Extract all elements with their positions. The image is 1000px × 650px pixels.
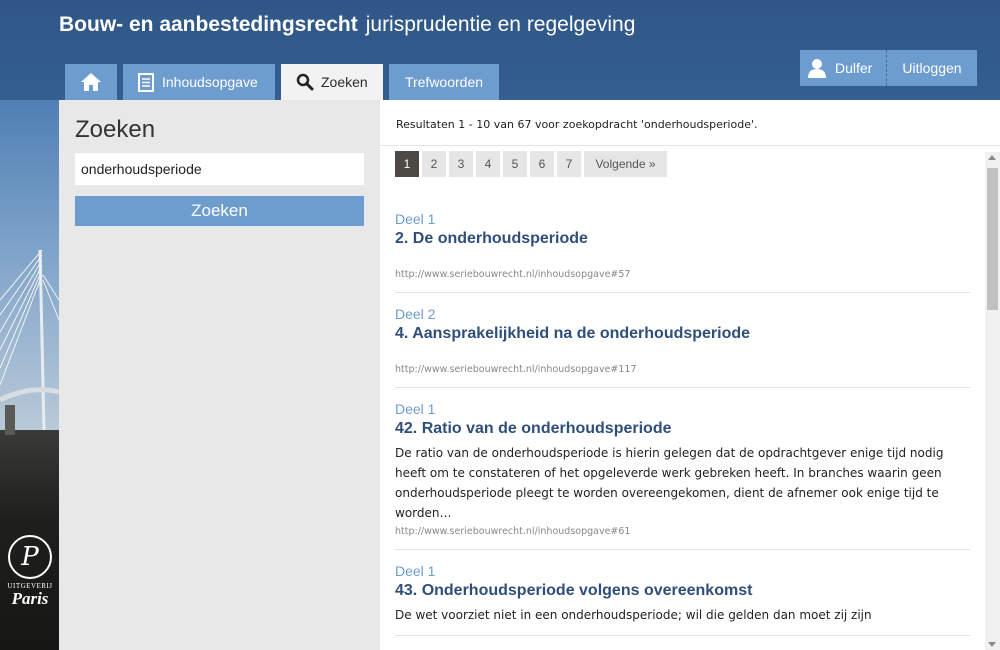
user-account-button[interactable]: Dulfer: [800, 50, 887, 86]
bridge-illustration: [0, 249, 59, 435]
result-item: Deel 2 4. Aansprakelijkheid na de onderh…: [395, 305, 970, 388]
page-7[interactable]: 7: [557, 151, 581, 177]
document-icon: [138, 72, 154, 92]
tab-home[interactable]: [65, 64, 117, 100]
result-snippet: De ratio van de onderhoudsperiode is hie…: [395, 446, 944, 520]
pagination: 1 2 3 4 5 6 7 Volgende »: [395, 151, 670, 177]
user-name: Dulfer: [835, 60, 873, 76]
scroll-thumb[interactable]: [987, 168, 998, 310]
result-part-link[interactable]: Deel 2: [395, 305, 970, 323]
tab-inhoudsopgave[interactable]: Inhoudsopgave: [123, 64, 275, 100]
tab-trefwoorden-label: Trefwoorden: [404, 74, 484, 90]
page-5[interactable]: 5: [503, 151, 527, 177]
logo-name: Paris: [11, 589, 49, 608]
result-item: Deel 1 43. Onderhoudsperiode volgens ove…: [395, 562, 970, 636]
result-url[interactable]: http://www.seriebouwrecht.nl/inhoudsopga…: [395, 363, 970, 377]
page-1[interactable]: 1: [395, 151, 419, 177]
result-title-link[interactable]: 42. Ratio van de onderhoudsperiode: [395, 418, 970, 440]
main-nav-tabs: Inhoudsopgave Zoeken Trefwoorden: [65, 64, 505, 100]
divider: [380, 145, 1000, 146]
scroll-down-arrow-icon[interactable]: [988, 642, 996, 647]
page-6[interactable]: 6: [530, 151, 554, 177]
tab-zoeken-label: Zoeken: [321, 74, 368, 90]
search-button[interactable]: Zoeken: [75, 196, 364, 226]
result-part-link[interactable]: Deel 1: [395, 400, 970, 418]
result-title-link[interactable]: 2. De onderhoudsperiode: [395, 228, 970, 250]
results-scrollbar[interactable]: [985, 152, 1000, 650]
search-icon: [296, 73, 314, 91]
tab-zoeken[interactable]: Zoeken: [281, 64, 383, 100]
home-icon: [80, 72, 102, 92]
user-icon: [808, 58, 826, 78]
result-part-link[interactable]: Deel 1: [395, 562, 970, 580]
result-count: Resultaten 1 - 10 van 67 voor zoekopdrac…: [396, 118, 758, 131]
search-sidebar: Zoeken Zoeken: [59, 100, 380, 650]
results-list: Deel 1 2. De onderhoudsperiode http://ww…: [395, 210, 970, 648]
page-4[interactable]: 4: [476, 151, 500, 177]
tab-trefwoorden[interactable]: Trefwoorden: [389, 64, 499, 100]
result-url[interactable]: http://www.seriebouwrecht.nl/inhoudsopga…: [395, 525, 970, 539]
results-panel: Resultaten 1 - 10 van 67 voor zoekopdrac…: [380, 100, 1000, 650]
logout-button[interactable]: Uitloggen: [887, 50, 977, 86]
user-menu: Dulfer Uitloggen: [800, 50, 977, 86]
scroll-up-arrow-icon[interactable]: [988, 155, 996, 160]
logo-emblem-icon: P: [8, 535, 52, 579]
site-title: Bouw- en aanbestedingsrecht jurisprudenti…: [59, 12, 635, 37]
result-item: Deel 1 42. Ratio van de onderhoudsperiod…: [395, 400, 970, 550]
sidebar-heading: Zoeken: [75, 116, 156, 143]
search-input[interactable]: [75, 153, 364, 185]
tab-inhoudsopgave-label: Inhoudsopgave: [162, 74, 258, 90]
page-2[interactable]: 2: [422, 151, 446, 177]
result-part-link[interactable]: Deel 1: [395, 210, 970, 228]
publisher-logo: P UITGEVERIJ Paris: [4, 535, 56, 609]
result-item: Deel 1 2. De onderhoudsperiode http://ww…: [395, 210, 970, 293]
page-3[interactable]: 3: [449, 151, 473, 177]
site-title-bold: Bouw- en aanbestedingsrecht: [59, 13, 358, 36]
result-url[interactable]: http://www.seriebouwrecht.nl/inhoudsopga…: [395, 268, 970, 282]
site-title-light: jurisprudentie en regelgeving: [365, 13, 636, 36]
result-title-link[interactable]: 4. Aansprakelijkheid na de onderhoudsper…: [395, 323, 970, 345]
result-snippet: De wet voorziet niet in een onderhoudspe…: [395, 608, 872, 622]
next-page-button[interactable]: Volgende »: [584, 151, 667, 177]
result-title-link[interactable]: 43. Onderhoudsperiode volgens overeenkom…: [395, 580, 970, 602]
